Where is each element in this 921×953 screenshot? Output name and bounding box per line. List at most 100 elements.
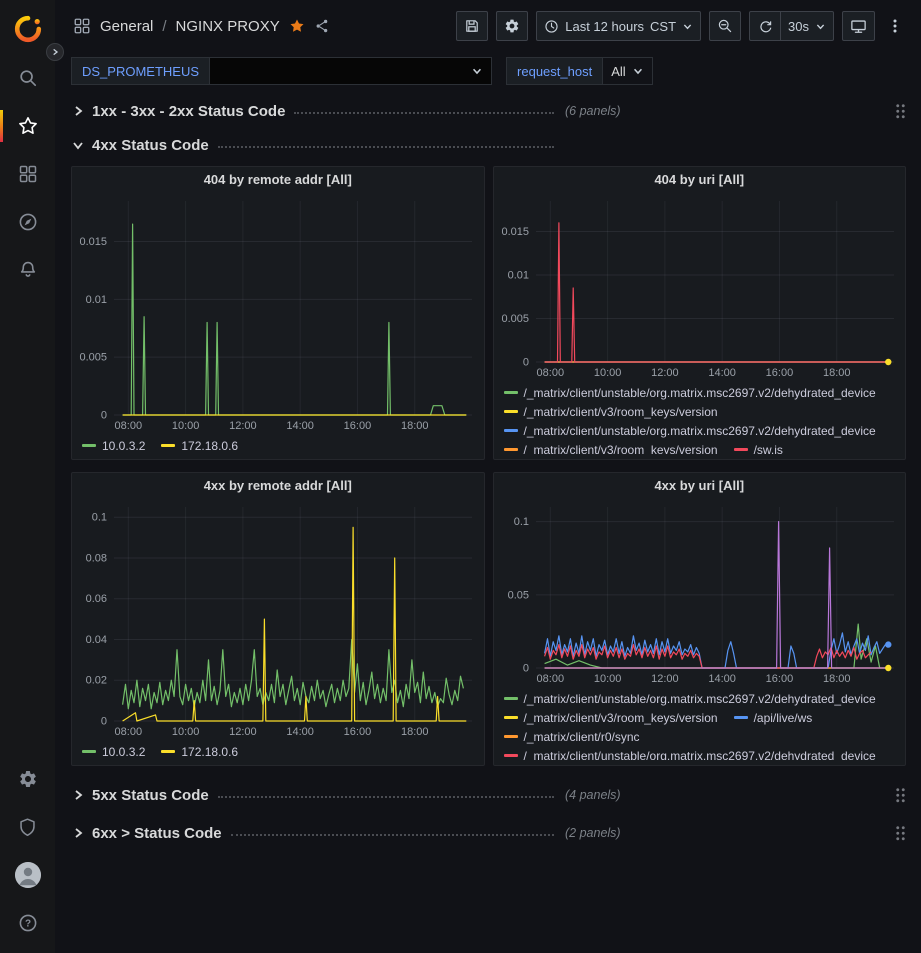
- svg-text:14:00: 14:00: [708, 673, 736, 685]
- panel-4xx-by-uri: 4xx by uri [All] 00.050.108:0010:0012:00…: [493, 472, 907, 766]
- sidebar-item-starred[interactable]: [0, 102, 55, 150]
- legend-item[interactable]: /api/live/ws: [734, 709, 813, 726]
- legend-item[interactable]: 172.18.0.6: [161, 743, 238, 760]
- chevron-down-icon: [682, 21, 693, 32]
- chevron-down-icon: [471, 65, 483, 77]
- timezone-label: CST: [650, 19, 676, 34]
- save-dashboard-button[interactable]: [456, 11, 488, 41]
- time-range-label: Last 12 hours: [565, 19, 644, 34]
- grafana-logo[interactable]: [11, 12, 45, 46]
- dashboard-row-1xx-3xx-2xx[interactable]: 1xx - 3xx - 2xx Status Code (6 panels): [71, 98, 906, 124]
- row-drag-handle[interactable]: [895, 103, 906, 120]
- legend-item[interactable]: 10.0.3.2: [82, 437, 145, 454]
- time-range-picker[interactable]: Last 12 hours CST: [536, 11, 701, 41]
- datasource-select[interactable]: [210, 57, 492, 85]
- row-drag-handle[interactable]: [895, 825, 906, 842]
- zoom-out-button[interactable]: [709, 11, 741, 41]
- chart-area[interactable]: 00.020.040.060.080.108:0010:0012:0014:00…: [72, 499, 484, 741]
- chevron-down-icon: [632, 65, 644, 77]
- sidebar-item-help[interactable]: ?: [0, 899, 55, 947]
- legend-item[interactable]: /_matrix/client/unstable/org.matrix.msc2…: [504, 747, 876, 760]
- sidebar-item-search[interactable]: [0, 54, 55, 102]
- tv-kiosk-icon: [850, 18, 867, 35]
- row-title: 5xx Status Code: [92, 787, 209, 804]
- row-dotted-fill: [231, 834, 554, 836]
- sidebar-item-configuration[interactable]: [0, 755, 55, 803]
- chart-area[interactable]: 00.0050.010.01508:0010:0012:0014:0016:00…: [72, 193, 484, 435]
- panel-title[interactable]: 4xx by uri [All]: [494, 473, 906, 499]
- svg-text:08:00: 08:00: [536, 673, 564, 685]
- dashboard-row-4xx[interactable]: 4xx Status Code: [71, 132, 906, 158]
- panel-title[interactable]: 4xx by remote addr [All]: [72, 473, 484, 499]
- legend-item[interactable]: /_matrix/client/v3/room_keys/version: [504, 403, 718, 420]
- legend-item[interactable]: /_matrix/client/r0/sync: [504, 728, 640, 745]
- share-icon[interactable]: [314, 18, 330, 34]
- row-drag-handle[interactable]: [895, 787, 906, 804]
- legend-item[interactable]: /_matrix/client/v3/room_keys/version: [504, 709, 718, 726]
- panel-title[interactable]: 404 by uri [All]: [494, 167, 906, 193]
- svg-text:14:00: 14:00: [286, 726, 314, 738]
- legend-item[interactable]: /_matrix/client/unstable/org.matrix.msc2…: [504, 384, 876, 401]
- sidebar-item-server-admin[interactable]: [0, 803, 55, 851]
- legend-series-name: 10.0.3.2: [102, 745, 145, 759]
- favorite-star-icon[interactable]: [289, 18, 305, 34]
- legend-item[interactable]: /_matrix/client/unstable/org.matrix.msc2…: [504, 690, 876, 707]
- legend-item[interactable]: /sw.js: [734, 441, 783, 454]
- legend-swatch: [734, 448, 748, 451]
- svg-text:0.04: 0.04: [86, 634, 107, 646]
- chart-area[interactable]: 00.0050.010.01508:0010:0012:0014:0016:00…: [494, 193, 906, 382]
- sidebar-item-dashboards[interactable]: [0, 150, 55, 198]
- dashboard-row-6xx[interactable]: 6xx > Status Code (2 panels): [71, 820, 906, 846]
- svg-text:0: 0: [101, 716, 107, 728]
- chevron-right-icon: [71, 826, 85, 840]
- legend-swatch: [504, 716, 518, 719]
- request-host-label[interactable]: request_host: [506, 57, 603, 85]
- legend-item[interactable]: /_matrix/client/unstable/org.matrix.msc2…: [504, 422, 876, 439]
- datasource-variable: DS_PROMETHEUS: [71, 57, 492, 85]
- expand-sidebar-button[interactable]: [46, 43, 64, 61]
- sidebar-item-alerting[interactable]: [0, 246, 55, 294]
- legend-swatch: [504, 735, 518, 738]
- panel-title[interactable]: 404 by remote addr [All]: [72, 167, 484, 193]
- svg-text:12:00: 12:00: [651, 673, 679, 685]
- row-title: 6xx > Status Code: [92, 825, 222, 842]
- refresh-interval-select[interactable]: 30s: [781, 11, 834, 41]
- legend-item[interactable]: /_matrix/client/v3/room_keys/version: [504, 441, 718, 454]
- request-host-select[interactable]: All: [603, 57, 652, 85]
- row-dotted-fill: [218, 146, 554, 148]
- help-icon: ?: [18, 913, 38, 933]
- sidebar-item-explore[interactable]: [0, 198, 55, 246]
- refresh-button[interactable]: [749, 11, 781, 41]
- svg-text:08:00: 08:00: [536, 367, 564, 379]
- row-panel-count: (4 panels): [565, 788, 621, 802]
- dashboard-row-5xx[interactable]: 5xx Status Code (4 panels): [71, 782, 906, 808]
- svg-text:0.08: 0.08: [86, 552, 107, 564]
- svg-text:12:00: 12:00: [229, 420, 257, 432]
- legend-item[interactable]: 10.0.3.2: [82, 743, 145, 760]
- more-options-button[interactable]: [883, 18, 907, 34]
- breadcrumb-section[interactable]: General: [100, 18, 153, 35]
- chevron-right-icon: [71, 104, 85, 118]
- svg-text:0: 0: [522, 663, 528, 675]
- kiosk-mode-button[interactable]: [842, 11, 875, 41]
- legend-series-name: /api/live/ws: [754, 711, 813, 725]
- timeseries-chart: 00.0050.010.01508:0010:0012:0014:0016:00…: [494, 193, 906, 382]
- sidebar-item-profile[interactable]: [0, 851, 55, 899]
- search-icon: [18, 68, 38, 88]
- dashboard-settings-button[interactable]: [496, 11, 528, 41]
- datasource-label[interactable]: DS_PROMETHEUS: [71, 57, 210, 85]
- legend-series-name: /_matrix/client/unstable/org.matrix.msc2…: [524, 749, 876, 761]
- alerts-bell-icon: [18, 260, 38, 280]
- breadcrumb-separator: /: [162, 18, 166, 35]
- kebab-menu-icon: [887, 18, 903, 34]
- legend-swatch: [504, 697, 518, 700]
- legend-swatch: [161, 444, 175, 447]
- svg-text:0.015: 0.015: [79, 236, 107, 248]
- legend-item[interactable]: 172.18.0.6: [161, 437, 238, 454]
- chart-area[interactable]: 00.050.108:0010:0012:0014:0016:0018:00: [494, 499, 906, 688]
- row-title: 1xx - 3xx - 2xx Status Code: [92, 103, 285, 120]
- row-dotted-fill: [218, 796, 554, 798]
- svg-text:0.02: 0.02: [86, 675, 107, 687]
- page-title[interactable]: NGINX PROXY: [176, 18, 280, 35]
- svg-text:0.01: 0.01: [86, 294, 107, 306]
